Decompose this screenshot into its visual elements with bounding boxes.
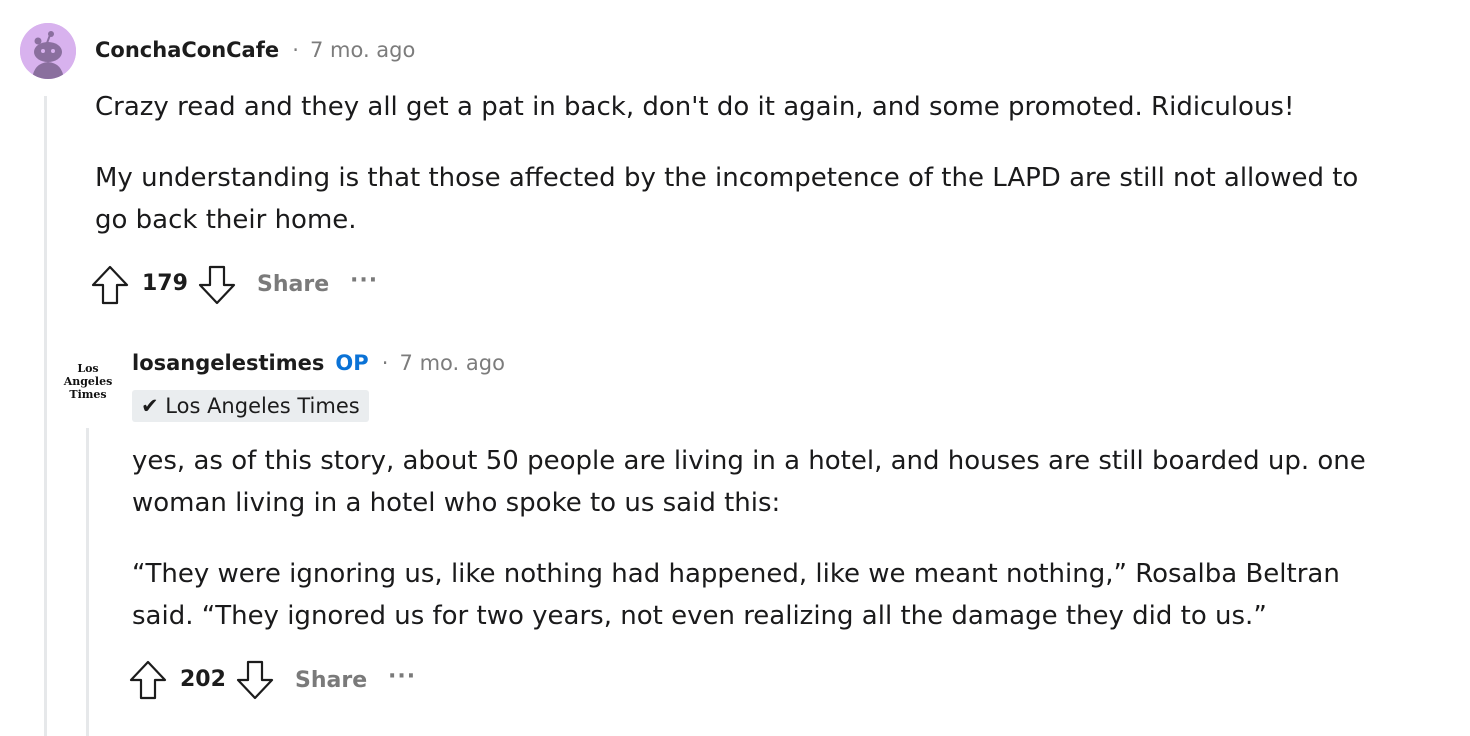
logo-line: Los <box>77 362 99 375</box>
downvote-button[interactable] <box>236 660 274 704</box>
upvote-arrow-icon <box>129 660 167 700</box>
logo-line: Angeles <box>63 375 113 388</box>
share-button[interactable]: Share <box>257 272 329 297</box>
comment-paragraph: yes, as of this story, about 50 people a… <box>132 446 1366 518</box>
vote-count: 179 <box>142 271 188 296</box>
user-flair: ✔ Los Angeles Times <box>132 390 369 422</box>
comment-author[interactable]: ConchaConCafe <box>95 38 279 62</box>
share-button[interactable]: Share <box>295 668 367 693</box>
avatar[interactable] <box>20 23 76 79</box>
comment-paragraph: Crazy read and they all get a pat in bac… <box>95 92 1295 122</box>
comment-body: yes, as of this story, about 50 people a… <box>132 440 1392 666</box>
comment-body: Crazy read and they all get a pat in bac… <box>95 86 1395 270</box>
comment-author[interactable]: losangelestimes <box>132 351 324 375</box>
downvote-arrow-icon <box>236 660 274 700</box>
meta-separator: · <box>292 38 299 62</box>
comment-time[interactable]: 7 mo. ago <box>400 351 505 375</box>
avatar[interactable]: Los Angeles Times <box>62 362 114 401</box>
thread-line-reply[interactable] <box>86 428 89 736</box>
upvote-arrow-icon <box>91 265 129 305</box>
meta-separator: · <box>381 351 389 375</box>
comment-header: ConchaConCafe · 7 mo. ago <box>95 38 415 68</box>
comment-paragraph: “They were ignoring us, like nothing had… <box>132 559 1340 631</box>
comment-paragraph: My understanding is that those affected … <box>95 163 1359 235</box>
logo-line: Times <box>69 388 107 401</box>
vote-count: 202 <box>180 667 226 692</box>
thread-line-root[interactable] <box>44 96 47 736</box>
upvote-button[interactable] <box>129 660 167 704</box>
snoo-avatar-icon <box>20 23 76 79</box>
more-options-button[interactable]: ··· <box>388 664 416 689</box>
downvote-button[interactable] <box>198 265 236 309</box>
comment-header: losangelestimes OP · 7 mo. ago <box>132 351 505 381</box>
upvote-button[interactable] <box>91 265 129 309</box>
more-options-button[interactable]: ··· <box>350 268 378 293</box>
op-badge: OP <box>335 351 369 375</box>
comment-time[interactable]: 7 mo. ago <box>310 38 415 62</box>
downvote-arrow-icon <box>198 265 236 305</box>
